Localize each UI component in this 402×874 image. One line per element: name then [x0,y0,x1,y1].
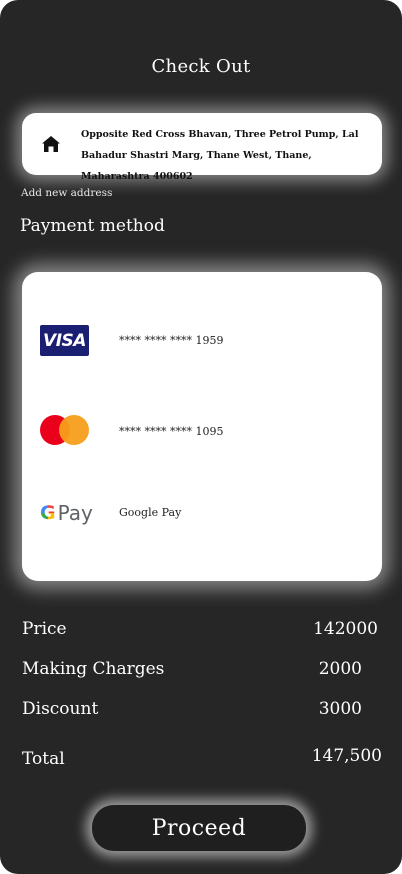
card-number-mastercard: **** **** **** 1095 [119,425,224,438]
visa-logo-text: VISA [40,325,89,356]
price-label: Price [22,619,67,639]
home-icon [42,136,60,152]
payment-option-visa[interactable]: VISA **** **** **** 1959 [22,325,382,365]
discount-value: 3000 [318,699,362,719]
mastercard-logo [40,414,90,448]
google-pay-logo-text: Pay [57,501,93,525]
total-value: 147,500 [311,746,382,766]
checkout-screen: Check Out Opposite Red Cross Bhavan, Thr… [0,0,402,874]
visa-logo: VISA [40,325,90,359]
payment-methods-card: VISA **** **** **** 1959 **** **** **** … [22,272,382,581]
payment-option-mastercard[interactable]: **** **** **** 1095 [22,414,382,454]
discount-label: Discount [22,699,99,719]
card-number-visa: **** **** **** 1959 [119,334,224,347]
google-pay-label: Google Pay [119,506,182,519]
making-charges-label: Making Charges [22,659,165,679]
page-title: Check Out [151,56,251,77]
making-charges-value: 2000 [318,659,362,679]
payment-method-title: Payment method [20,216,165,236]
add-new-address-link[interactable]: Add new address [21,187,112,199]
price-value: 142000 [313,619,378,639]
payment-option-google-pay[interactable]: G Pay Google Pay [22,500,382,540]
total-label: Total [22,749,65,769]
address-card[interactable]: Opposite Red Cross Bhavan, Three Petrol … [22,113,382,182]
google-g-icon: G [40,502,56,524]
google-pay-logo: G Pay [40,500,93,534]
address-text: Opposite Red Cross Bhavan, Three Petrol … [81,129,359,182]
proceed-button[interactable]: Proceed [92,805,306,851]
